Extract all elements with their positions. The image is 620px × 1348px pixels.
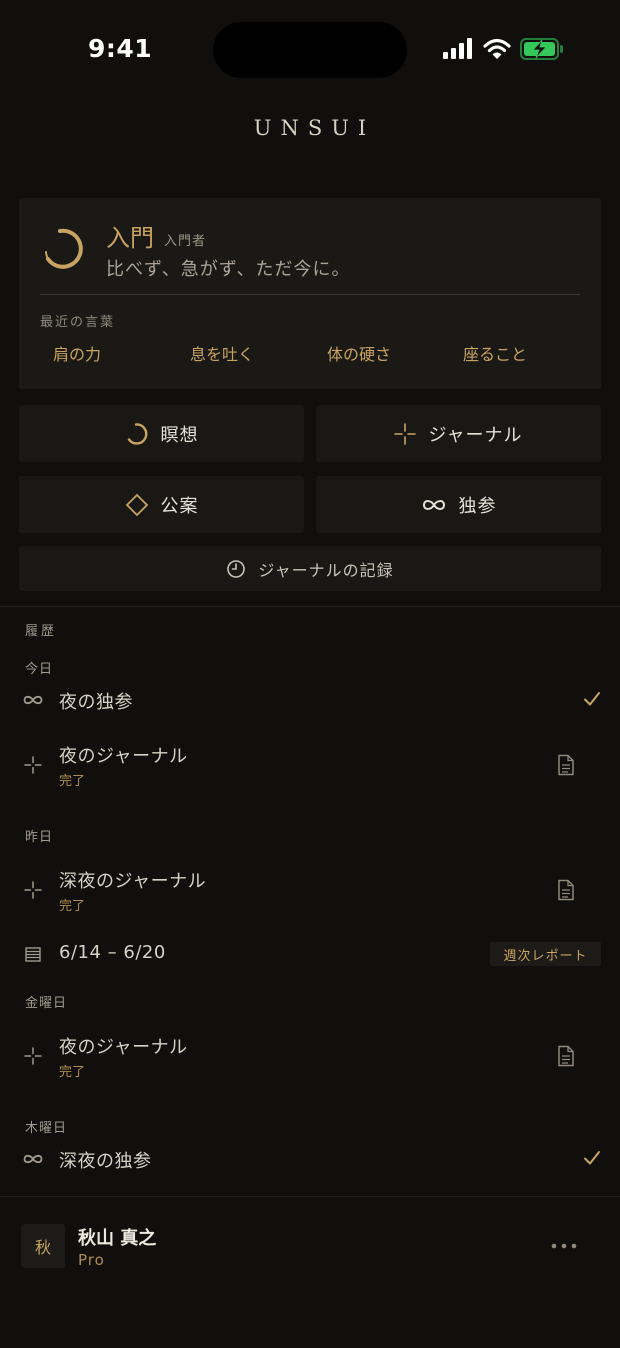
checkmark-icon	[584, 1151, 600, 1165]
recent-word[interactable]: 座ること	[463, 341, 527, 365]
history-title: 履歴	[25, 624, 58, 639]
sparkle-icon	[22, 879, 44, 901]
history-item-title[interactable]: 夜の独参	[59, 688, 133, 714]
history-item-title[interactable]: 夜のジャーナル	[59, 1033, 188, 1059]
day-label-yesterday: 昨日	[25, 830, 54, 845]
level-motto: 比べず、急がず、ただ今に。	[106, 259, 351, 280]
recent-word[interactable]: 息を吐く	[190, 341, 254, 365]
status-time: 9:41	[88, 34, 153, 63]
enso-icon	[127, 422, 147, 445]
document-icon[interactable]	[557, 879, 575, 901]
sparkle-icon	[22, 1045, 44, 1067]
user-plan-badge: Pro	[78, 1251, 105, 1269]
infinity-icon	[22, 1148, 44, 1170]
app-title: UNSUI	[253, 116, 376, 140]
wifi-icon	[483, 38, 511, 59]
report-icon	[22, 943, 44, 965]
history-item-title[interactable]: 夜のジャーナル	[59, 742, 188, 768]
meditation-label: 瞑想	[160, 424, 199, 446]
battery-charging-icon	[520, 38, 563, 60]
history-item-status: 完了	[59, 1065, 86, 1080]
signal-icon	[443, 38, 472, 59]
recent-word[interactable]: 体の硬さ	[327, 341, 391, 365]
diamond-icon	[125, 493, 148, 516]
journal-record-label: ジャーナルの記録	[258, 560, 394, 580]
enso-icon	[45, 228, 83, 269]
report-date-range[interactable]: 6/14 – 6/20	[59, 942, 166, 963]
history-item-title[interactable]: 深夜のジャーナル	[59, 867, 206, 893]
level-name: 入門	[106, 224, 154, 252]
status-icons	[442, 38, 564, 60]
dynamic-island	[213, 22, 407, 78]
level-subtitle: 入門者	[164, 234, 207, 249]
history-item-status: 完了	[59, 774, 86, 789]
more-icon[interactable]	[548, 1238, 580, 1254]
journal-record-button[interactable]: ジャーナルの記録	[19, 546, 601, 591]
weekly-report-button[interactable]: 週次レポート	[490, 942, 601, 966]
infinity-icon	[422, 499, 445, 510]
document-icon[interactable]	[557, 754, 575, 776]
infinity-icon	[22, 689, 44, 711]
history-item-status: 完了	[59, 899, 86, 914]
section-divider	[0, 606, 620, 607]
section-divider	[0, 1196, 620, 1197]
dokusan-button[interactable]: 独参	[316, 476, 601, 533]
koan-label: 公案	[160, 495, 199, 517]
day-label-today: 今日	[25, 662, 54, 677]
day-label-thursday: 木曜日	[25, 1121, 68, 1136]
recent-words-label: 最近の言葉	[40, 315, 116, 330]
day-label-friday: 金曜日	[25, 996, 68, 1011]
avatar[interactable]: 秋	[21, 1224, 65, 1268]
user-name: 秋山 真之	[78, 1228, 157, 1249]
sparkle-icon	[22, 754, 44, 776]
card-divider	[40, 294, 580, 295]
sparkle-icon	[394, 422, 417, 445]
recent-word[interactable]: 肩の力	[53, 341, 101, 365]
meditation-button[interactable]: 瞑想	[19, 405, 304, 462]
dokusan-label: 独参	[458, 495, 497, 517]
journal-label: ジャーナル	[428, 424, 523, 446]
document-icon[interactable]	[557, 1045, 575, 1067]
history-item-title[interactable]: 深夜の独参	[59, 1147, 152, 1173]
journal-button[interactable]: ジャーナル	[316, 405, 601, 462]
checkmark-icon	[584, 692, 600, 706]
clock-icon	[227, 559, 246, 578]
koan-button[interactable]: 公案	[19, 476, 304, 533]
